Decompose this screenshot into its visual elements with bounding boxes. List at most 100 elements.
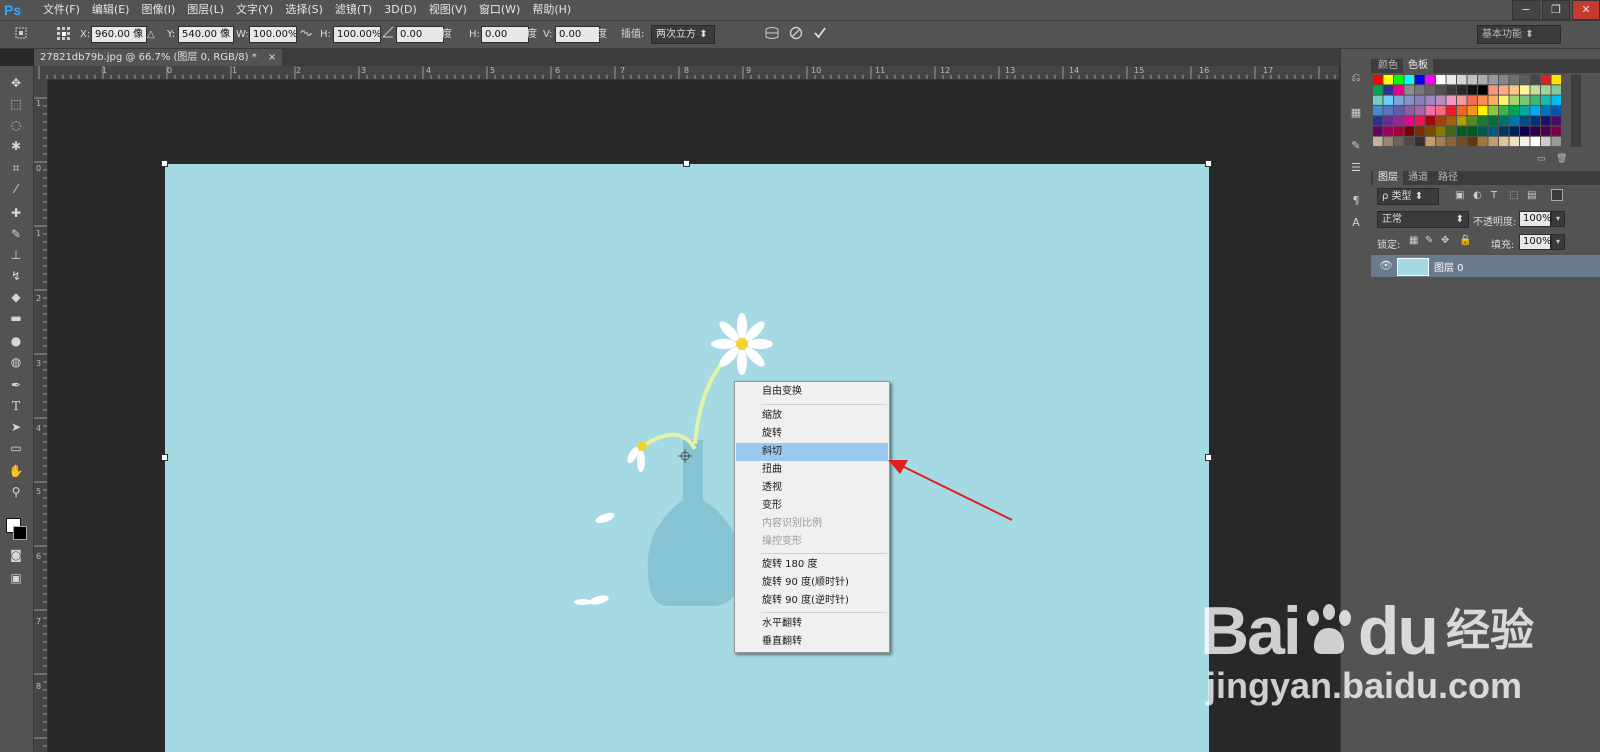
close-tab-icon[interactable]: × [268,52,276,63]
color-swatch[interactable] [1425,85,1436,95]
color-swatch[interactable] [1478,95,1488,105]
cancel-transform-icon[interactable] [789,26,803,43]
menu-window[interactable]: 窗口(W) [474,0,525,20]
color-swatch[interactable] [1394,75,1404,85]
color-swatch[interactable] [1541,105,1551,116]
color-swatch[interactable] [1488,126,1499,136]
type-tool-icon[interactable]: T [7,397,25,415]
color-swatch[interactable] [1467,136,1478,147]
layer-name[interactable]: 图层 0 [1434,259,1464,274]
color-swatch[interactable] [1530,136,1541,147]
eye-icon[interactable]: 👁 [1379,259,1393,272]
lock-transparent-icon[interactable]: ▦ [1409,235,1418,246]
color-swatch[interactable] [1404,95,1415,105]
color-swatch[interactable] [1457,126,1467,136]
color-swatch[interactable] [1436,105,1446,116]
color-swatch[interactable] [1509,136,1520,147]
color-swatch[interactable] [1373,85,1383,95]
color-swatch[interactable] [1425,95,1436,105]
color-swatch[interactable] [1551,75,1562,85]
color-swatch[interactable] [1425,105,1436,116]
filter-type-icon[interactable]: T [1491,190,1497,201]
fill-input[interactable]: 100% [1519,234,1552,250]
lock-position-icon[interactable]: ✥ [1441,235,1449,246]
menu-distort[interactable]: 扭曲 [736,461,888,479]
color-swatch[interactable] [1541,95,1551,105]
hand-tool-icon[interactable]: ✋ [7,462,25,480]
menu-rotate-90-ccw[interactable]: 旋转 90 度(逆时针) [736,592,888,610]
lasso-tool-icon[interactable]: ◌ [7,116,25,134]
color-swatch[interactable] [1499,116,1509,126]
menu-filter[interactable]: 滤镜(T) [330,0,377,20]
color-swatch[interactable] [1530,95,1541,105]
color-swatch[interactable] [1404,85,1415,95]
color-swatch[interactable] [1436,95,1446,105]
eraser-icon[interactable]: ◆ [7,288,25,306]
color-swatch[interactable] [1499,136,1509,147]
menu-layer[interactable]: 图层(L) [182,0,229,20]
tab-paths[interactable]: 路径 [1433,171,1463,185]
h-input[interactable]: 100.00% [333,26,381,43]
color-swatch[interactable] [1446,136,1457,147]
color-swatch[interactable] [1436,85,1446,95]
interpolation-select[interactable]: 两次立方 ⬍ [651,25,715,44]
color-swatch[interactable] [1499,75,1509,85]
filter-smart-object-icon[interactable]: ▤ [1527,190,1536,201]
color-swatch[interactable] [1446,126,1457,136]
menu-skew[interactable]: 斜切 [736,443,888,461]
color-swatch[interactable] [1446,75,1457,85]
color-swatch[interactable] [1373,116,1383,126]
color-swatch[interactable] [1509,95,1520,105]
history-brush-icon[interactable]: ↯ [7,267,25,285]
color-swatch[interactable] [1383,116,1394,126]
color-swatch[interactable] [1541,126,1551,136]
color-swatch[interactable] [1404,136,1415,147]
transform-handle[interactable] [1205,160,1212,167]
lock-pixels-icon[interactable]: ✎ [1425,235,1433,246]
dodge-tool-icon[interactable]: ◍ [7,353,25,371]
color-swatch[interactable] [1383,75,1394,85]
menu-perspective[interactable]: 透视 [736,479,888,497]
link-icon[interactable] [299,26,313,43]
reference-point-icon[interactable] [56,26,72,43]
color-swatch[interactable] [1446,105,1457,116]
tab-layers[interactable]: 图层 [1373,171,1403,185]
warp-mode-icon[interactable] [764,26,780,43]
color-swatch[interactable] [1467,126,1478,136]
filter-shape-icon[interactable]: ⬚ [1509,190,1518,201]
color-swatch[interactable] [1415,116,1425,126]
w-input[interactable]: 100.00% [249,26,297,43]
color-swatch[interactable] [1520,105,1530,116]
color-swatch[interactable] [1530,105,1541,116]
menu-rotate-180[interactable]: 旋转 180 度 [736,556,888,574]
color-swatch[interactable] [1530,126,1541,136]
color-swatch[interactable] [1530,75,1541,85]
color-swatch[interactable] [1478,116,1488,126]
new-swatch-icon[interactable]: ▭ [1537,154,1546,164]
layer-row[interactable]: 👁 图层 0 [1371,255,1600,277]
color-swatch[interactable] [1425,75,1436,85]
quick-mask-icon[interactable]: ◙ [7,546,25,564]
color-swatch[interactable] [1436,116,1446,126]
magic-wand-icon[interactable]: ✱ [7,137,25,155]
character-panel-icon[interactable]: A [1347,214,1365,232]
swatches-grid[interactable] [1373,75,1563,147]
color-swatch[interactable] [1520,136,1530,147]
color-swatch[interactable] [1530,116,1541,126]
color-swatch[interactable] [1446,116,1457,126]
workspace-select[interactable]: 基本功能 ⬍ [1477,25,1561,44]
color-swatch[interactable] [1488,105,1499,116]
color-swatch[interactable] [1383,95,1394,105]
color-swatch[interactable] [1520,126,1530,136]
menu-file[interactable]: 文件(F) [38,0,85,20]
delete-swatch-icon[interactable]: 🗑 [1556,154,1567,164]
menu-free-transform[interactable]: 自由变换 [736,383,888,401]
color-swatch[interactable] [1520,116,1530,126]
lock-all-icon[interactable]: 🔒 [1459,235,1471,246]
color-swatch[interactable] [1467,116,1478,126]
color-swatch[interactable] [1404,75,1415,85]
crop-tool-icon[interactable]: ⌗ [7,159,25,177]
tab-swatches[interactable]: 色板 [1403,59,1433,73]
color-swatch[interactable] [1436,126,1446,136]
angle-input[interactable]: 0.00 [396,26,444,43]
